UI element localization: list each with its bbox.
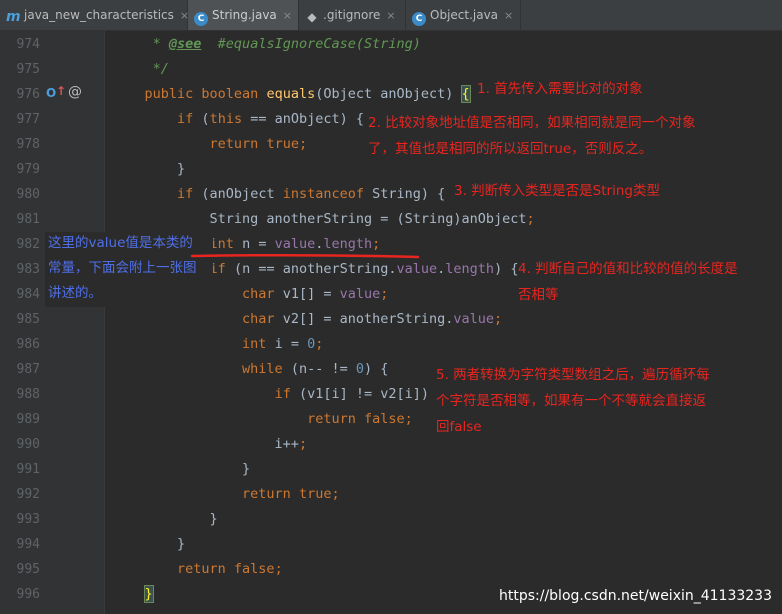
line-number: 977 (16, 112, 40, 127)
line-number: 978 (16, 137, 40, 152)
code-text: */ (112, 61, 169, 77)
code-text: return false; (177, 561, 283, 577)
annotation-step-3: 3. 判断传入类型是否是String类型 (454, 183, 660, 199)
class-c-icon: C (412, 12, 426, 26)
code-line[interactable]: 981 String anotherString = (String)anObj… (0, 207, 782, 232)
line-number: 995 (16, 562, 40, 577)
line-number: 986 (16, 337, 40, 352)
code-line[interactable]: 991 } (0, 457, 782, 482)
code-text: * @see #equalsIgnoreCase(String) (112, 36, 421, 52)
red-underline-mark (190, 253, 420, 259)
line-number: 988 (16, 387, 40, 402)
code-line[interactable]: 995 return false; (0, 557, 782, 582)
tab-string-java[interactable]: C String.java × (188, 0, 299, 30)
annotation-step-2: 了，其值也是相同的所以返回true，否则反之。 (368, 141, 653, 157)
line-number: 976 (16, 87, 40, 102)
module-m-icon: m (6, 9, 21, 25)
line-number: 993 (16, 512, 40, 527)
annotation-step-2: 2. 比较对象地址值是否相同，如果相同就是同一个对象 (368, 115, 696, 131)
annotation-step-5: 5. 两者转换为字符类型数组之后，遍历循环每 (436, 367, 710, 383)
annotation-step-5: 个字符是否相等，如果有一个不等就会直接返 (436, 393, 706, 409)
line-number: 979 (16, 162, 40, 177)
code-line[interactable]: 993 } (0, 507, 782, 532)
code-text: char v2[] = anotherString.value; (242, 311, 503, 327)
tab-label: Object.java (430, 8, 499, 22)
code-text: if (anObject instanceof String) { (177, 186, 446, 202)
annotation-step-4: 4. 判断自己的值和比较的值的长度是 (518, 261, 738, 277)
annotation-step-1: 1. 首先传入需要比对的对象 (477, 81, 643, 97)
code-text: } (112, 511, 218, 527)
class-c-icon: C (194, 12, 208, 26)
annotation-value-constant: 常量，下面会附上一张图 (48, 260, 197, 276)
tab-label: String.java (212, 8, 277, 22)
editor-tab-bar: m java_new_characteristics × C String.java ×… (0, 0, 782, 31)
watermark-url: https://blog.csdn.net/weixin_41133233 (498, 588, 772, 604)
code-text: i++; (112, 436, 308, 452)
code-line[interactable]: 985 char v2[] = anotherString.value; (0, 307, 782, 332)
tab-gitignore[interactable]: ◆ .gitignore × (299, 0, 406, 30)
line-number: 992 (16, 487, 40, 502)
line-number: 975 (16, 62, 40, 77)
code-text: String anotherString = (String)anObject; (112, 211, 535, 227)
tab-object-java[interactable]: C Object.java × (406, 0, 521, 30)
annotation-value-constant: 讲述的。 (48, 285, 102, 301)
annotation-step-5: 回false (436, 419, 482, 435)
line-number: 980 (16, 187, 40, 202)
gitignore-icon: ◆ (307, 10, 317, 24)
code-line[interactable]: 994 } (0, 532, 782, 557)
line-number: 989 (16, 412, 40, 427)
annotation-value-constant: 这里的value值是本类的 (48, 235, 193, 251)
line-number: 984 (16, 287, 40, 302)
code-line[interactable]: 975 */ (0, 57, 782, 82)
close-icon[interactable]: × (386, 9, 395, 22)
code-text: } (112, 161, 186, 177)
tab-label: java_new_characteristics (24, 8, 174, 22)
code-text: return true; (209, 136, 308, 152)
code-text: int i = 0; (242, 336, 324, 352)
line-number: 983 (16, 262, 40, 277)
tab-java-new-characteristics[interactable]: m java_new_characteristics × (0, 0, 189, 30)
close-icon[interactable]: × (283, 9, 292, 22)
code-text: if (this == anObject) { (177, 111, 364, 127)
code-line[interactable]: 976 public boolean equals(Object anObjec… (0, 82, 782, 107)
close-icon[interactable]: × (504, 9, 513, 22)
code-text: return false; (307, 411, 413, 427)
code-line[interactable]: 992 return true; (0, 482, 782, 507)
tab-label: .gitignore (323, 8, 381, 22)
line-number: 981 (16, 212, 40, 227)
code-text: return true; (242, 486, 340, 502)
code-text: } (143, 585, 154, 603)
code-line[interactable]: 990 i++; (0, 432, 782, 457)
line-number: 974 (16, 37, 40, 52)
line-number: 994 (16, 537, 40, 552)
code-text: public boolean equals(Object anObject) { (144, 85, 471, 103)
line-number: 987 (16, 362, 40, 377)
code-text: if (v1[i] != v2[i]) (274, 386, 429, 402)
annotation-step-4: 否相等 (518, 287, 559, 303)
line-number: 996 (16, 587, 40, 602)
line-number: 990 (16, 437, 40, 452)
code-text: } (112, 461, 251, 477)
line-number: 991 (16, 462, 40, 477)
line-number: 985 (16, 312, 40, 327)
line-number: 982 (16, 237, 40, 252)
code-line[interactable]: 986 int i = 0; (0, 332, 782, 357)
code-text: while (n-- != 0) { (242, 361, 389, 377)
code-line[interactable]: 980 if (anObject instanceof String) { (0, 182, 782, 207)
code-text: } (112, 536, 186, 552)
code-line[interactable]: 974 * @see #equalsIgnoreCase(String) (0, 32, 782, 57)
